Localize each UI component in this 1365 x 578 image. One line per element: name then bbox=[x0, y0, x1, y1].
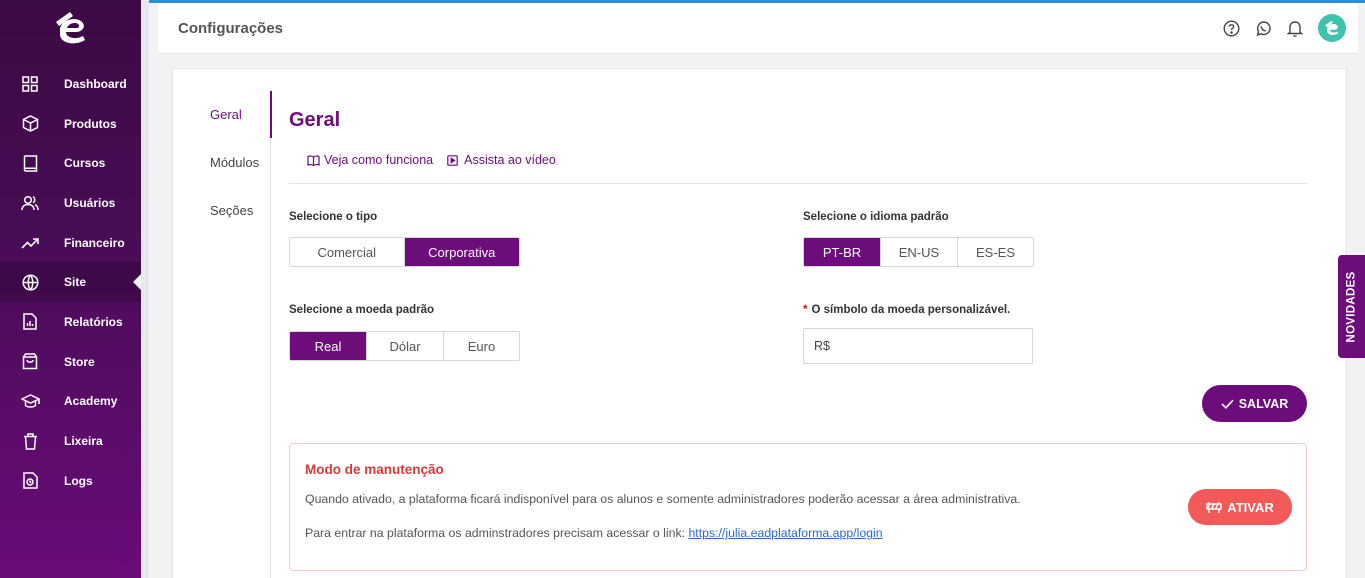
currency-label: Selecione a moeda padrão bbox=[289, 304, 435, 316]
sidebar-item-store[interactable]: Store bbox=[0, 342, 141, 382]
tab-modulos[interactable]: Módulos bbox=[173, 139, 272, 187]
top-header: Configurações bbox=[158, 3, 1358, 54]
bell-icon[interactable] bbox=[1285, 18, 1305, 38]
section-divider bbox=[289, 183, 1307, 184]
currency-option-real[interactable]: Real bbox=[290, 332, 367, 360]
sidebar-item-label: Relatórios bbox=[64, 314, 123, 329]
activate-maintenance-button[interactable]: ATIVAR bbox=[1188, 489, 1292, 525]
maintenance-link-prefix: Para entrar na plataforma os adminstrado… bbox=[305, 526, 689, 540]
maintenance-link-line: Para entrar na plataforma os adminstrado… bbox=[305, 526, 883, 540]
users-icon bbox=[19, 192, 41, 214]
sidebar-item-label: Academy bbox=[64, 394, 118, 409]
save-button[interactable]: SALVAR bbox=[1202, 385, 1307, 422]
section-title: Geral bbox=[289, 109, 341, 131]
barrier-icon bbox=[1206, 501, 1222, 514]
open-book-icon bbox=[307, 154, 320, 167]
save-button-label: SALVAR bbox=[1238, 396, 1289, 411]
sidebar-item-cursos[interactable]: Cursos bbox=[0, 143, 141, 183]
sidebar: Dashboard Produtos Cursos Usuários Finan… bbox=[0, 0, 141, 578]
book-icon bbox=[19, 152, 41, 174]
tabs-divider bbox=[270, 91, 271, 578]
how-it-works-link[interactable]: Veja como funciona bbox=[307, 153, 433, 167]
sidebar-item-label: Usuários bbox=[64, 195, 116, 210]
maintenance-login-link[interactable]: https://julia.eadplataforma.app/login bbox=[688, 526, 882, 540]
logs-icon bbox=[19, 470, 41, 492]
sidebar-item-label: Cursos bbox=[64, 156, 106, 171]
sidebar-item-financeiro[interactable]: Financeiro bbox=[0, 223, 141, 263]
sidebar-item-label: Store bbox=[64, 354, 95, 369]
activate-button-label: ATIVAR bbox=[1227, 499, 1274, 515]
tab-active-indicator bbox=[270, 91, 272, 138]
type-option-comercial[interactable]: Comercial bbox=[290, 238, 405, 266]
currency-option-euro[interactable]: Euro bbox=[444, 332, 519, 360]
maintenance-panel: Modo de manutenção Quando ativado, a pla… bbox=[289, 443, 1307, 571]
sidebar-item-dashboard[interactable]: Dashboard bbox=[0, 64, 141, 104]
report-icon bbox=[19, 311, 41, 333]
box-icon bbox=[19, 113, 41, 135]
avatar[interactable] bbox=[1318, 14, 1346, 42]
sidebar-gap bbox=[141, 0, 149, 578]
sidebar-item-label: Financeiro bbox=[64, 235, 125, 250]
novidades-tab[interactable]: NOVIDADES bbox=[1338, 255, 1365, 358]
type-selector: Comercial Corporativa bbox=[289, 237, 520, 267]
sidebar-item-label: Dashboard bbox=[64, 76, 127, 91]
language-selector: PT-BR EN-US ES-ES bbox=[803, 237, 1034, 267]
help-icon[interactable] bbox=[1221, 18, 1241, 38]
sidebar-item-site[interactable]: Site bbox=[0, 262, 141, 303]
sidebar-nav: Dashboard Produtos Cursos Usuários Finan… bbox=[0, 64, 141, 501]
graduation-cap-icon bbox=[19, 390, 41, 412]
tab-secoes[interactable]: Seções bbox=[173, 187, 272, 235]
settings-tabs: Geral Módulos Seções bbox=[173, 91, 272, 235]
sidebar-item-academy[interactable]: Academy bbox=[0, 382, 141, 422]
language-option-es-es[interactable]: ES-ES bbox=[958, 238, 1033, 266]
check-icon bbox=[1221, 399, 1234, 409]
trending-up-icon bbox=[19, 232, 41, 254]
watch-video-link[interactable]: Assista ao vídeo bbox=[447, 153, 556, 167]
language-option-en-us[interactable]: EN-US bbox=[881, 238, 958, 266]
sidebar-item-lixeira[interactable]: Lixeira bbox=[0, 421, 141, 461]
page-title: Configurações bbox=[178, 20, 284, 37]
sidebar-item-label: Lixeira bbox=[64, 434, 103, 449]
language-option-pt-br[interactable]: PT-BR bbox=[804, 238, 881, 266]
currency-selector: Real Dólar Euro bbox=[289, 331, 520, 361]
whatsapp-icon[interactable] bbox=[1253, 18, 1273, 38]
grid-icon bbox=[19, 73, 41, 95]
brand-logo-icon[interactable] bbox=[50, 8, 92, 48]
symbol-label-row: * O símbolo da moeda personalizável. bbox=[803, 304, 1010, 316]
language-label: Selecione o idioma padrão bbox=[803, 211, 949, 223]
sidebar-item-produtos[interactable]: Produtos bbox=[0, 104, 141, 144]
sidebar-item-relatorios[interactable]: Relatórios bbox=[0, 302, 141, 342]
settings-card: Geral Módulos Seções Geral Veja como fun… bbox=[172, 68, 1347, 578]
type-option-corporativa[interactable]: Corporativa bbox=[404, 238, 519, 266]
maintenance-title: Modo de manutenção bbox=[305, 462, 444, 477]
sidebar-item-usuarios[interactable]: Usuários bbox=[0, 183, 141, 223]
how-it-works-label: Veja como funciona bbox=[324, 153, 434, 167]
trash-icon bbox=[19, 430, 41, 452]
help-links: Veja como funciona Assista ao vídeo bbox=[307, 153, 570, 167]
shopping-bag-icon bbox=[19, 351, 41, 373]
sidebar-item-logs[interactable]: Logs bbox=[0, 461, 141, 501]
symbol-label: O símbolo da moeda personalizável. bbox=[811, 304, 1011, 316]
header-actions bbox=[1209, 14, 1346, 42]
play-video-icon bbox=[447, 154, 460, 167]
sidebar-item-label: Site bbox=[64, 275, 87, 290]
sidebar-item-label: Logs bbox=[64, 473, 93, 488]
maintenance-description: Quando ativado, a plataforma ficará indi… bbox=[305, 492, 1021, 506]
currency-option-dolar[interactable]: Dólar bbox=[367, 332, 444, 360]
required-mark: * bbox=[803, 304, 808, 316]
tab-geral[interactable]: Geral bbox=[173, 91, 272, 139]
watch-video-label: Assista ao vídeo bbox=[464, 153, 556, 167]
sidebar-item-label: Produtos bbox=[64, 116, 117, 131]
type-label: Selecione o tipo bbox=[289, 211, 378, 223]
novidades-label: NOVIDADES bbox=[1345, 270, 1358, 343]
currency-symbol-input[interactable] bbox=[803, 328, 1033, 364]
globe-icon bbox=[19, 271, 41, 293]
